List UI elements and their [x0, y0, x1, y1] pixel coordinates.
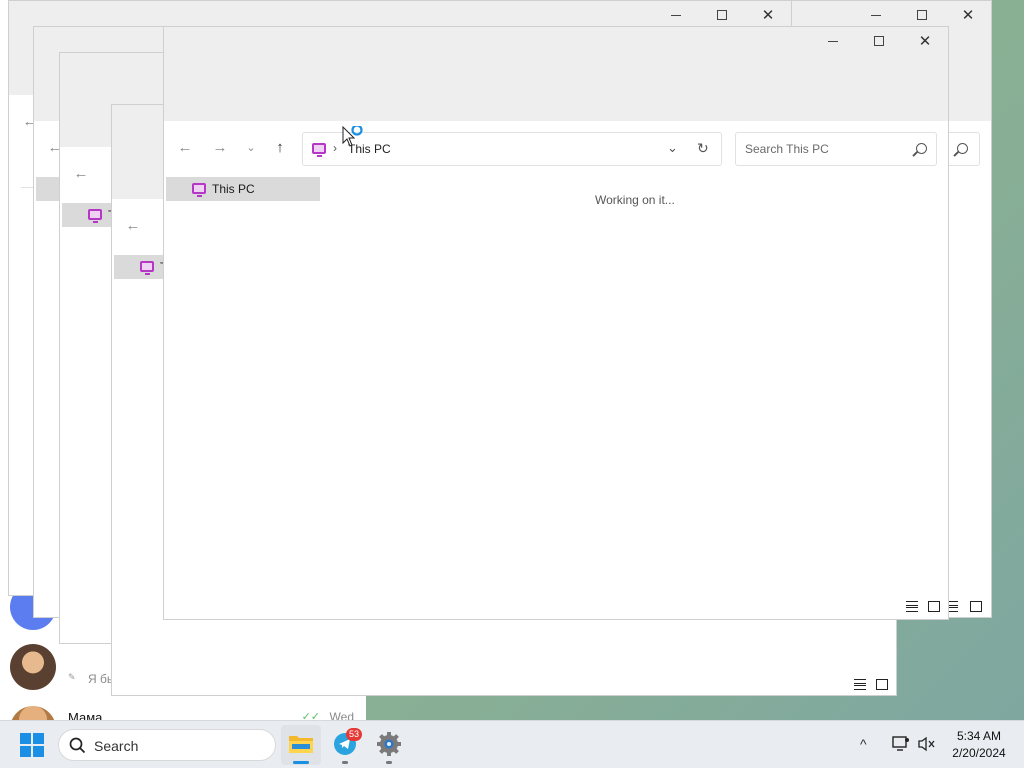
pc-icon: [192, 183, 206, 197]
read-checkmarks-icon: ✓✓: [301, 711, 320, 720]
chevron-down-icon[interactable]: ⌄: [667, 140, 678, 156]
command-bar: ← → ⌄ ↑ › This PC ⌄ ↻ Search This PC: [164, 121, 948, 177]
caption-buttons: ✕: [810, 27, 948, 55]
active-indicator: [293, 761, 309, 764]
tiles-view-icon[interactable]: [876, 679, 888, 690]
close-button[interactable]: ✕: [945, 1, 991, 29]
clock[interactable]: 5:34 AM 2/20/2024: [944, 728, 1014, 762]
taskbar-search[interactable]: Search: [58, 729, 276, 761]
avatar: [10, 706, 56, 720]
desktop: 0 i ✎ Я бы Мама Wed ✓✓ ✕ ←: [0, 0, 1024, 720]
running-indicator: [386, 761, 392, 764]
running-indicator: [342, 761, 348, 764]
pc-icon: [88, 209, 102, 223]
search-icon: [957, 143, 968, 154]
avatar: [10, 644, 56, 690]
search-label: Search: [94, 738, 139, 754]
maximize-button[interactable]: [699, 1, 745, 29]
search-box[interactable]: Search This PC: [735, 132, 937, 166]
folder-icon: [289, 736, 313, 753]
nav-pane-item-this-pc[interactable]: This PC: [166, 177, 320, 201]
minimize-icon: [828, 40, 838, 42]
nav-item-label: This PC: [212, 182, 255, 196]
volume-muted-icon[interactable]: [918, 736, 936, 752]
close-button[interactable]: ✕: [745, 1, 791, 29]
close-icon: ✕: [918, 32, 932, 50]
chat-time: Wed: [329, 710, 354, 720]
maximize-icon: [717, 10, 727, 20]
windows-logo-icon: [20, 733, 31, 744]
close-icon: ✕: [961, 6, 975, 24]
minimize-icon: [871, 14, 881, 16]
chat-name: Мама: [68, 710, 103, 720]
details-view-icon[interactable]: [854, 679, 866, 690]
unread-badge: 53: [346, 728, 362, 741]
back-arrow-icon[interactable]: ←: [174, 137, 196, 159]
start-button[interactable]: [20, 733, 44, 757]
network-icon[interactable]: [892, 736, 910, 752]
busy-cursor: [342, 124, 366, 153]
close-button[interactable]: ✕: [902, 27, 948, 55]
caption-buttons: ✕: [653, 1, 791, 29]
tiles-view-icon[interactable]: [928, 601, 940, 612]
search-icon[interactable]: [916, 143, 927, 154]
maximize-button[interactable]: [856, 27, 902, 55]
breadcrumb-separator: ›: [333, 141, 337, 155]
settings-button[interactable]: [369, 725, 409, 765]
file-explorer-button[interactable]: [281, 725, 321, 765]
minimize-button[interactable]: [810, 27, 856, 55]
maximize-icon: [917, 10, 927, 20]
minimize-button[interactable]: [853, 1, 899, 29]
refresh-icon[interactable]: ↻: [697, 140, 709, 157]
telegram-button[interactable]: 53: [325, 725, 365, 765]
forward-arrow-icon[interactable]: →: [209, 137, 231, 159]
clock-date: 2/20/2024: [952, 746, 1006, 760]
clock-time: 5:34 AM: [956, 729, 1002, 743]
chat-preview-sender: ✎: [68, 672, 76, 682]
chevron-down-icon[interactable]: ⌄: [240, 137, 262, 159]
cursor-icon: [342, 124, 363, 147]
search-icon: [69, 737, 86, 754]
close-icon: ✕: [761, 6, 775, 24]
back-arrow-icon[interactable]: ←: [70, 163, 92, 185]
gear-icon: [377, 732, 401, 756]
up-arrow-icon[interactable]: ↑: [269, 137, 291, 159]
chevron-up-icon[interactable]: ^: [860, 736, 867, 752]
details-view-icon[interactable]: [906, 601, 918, 612]
chat-list-item[interactable]: Мама Wed ✓✓: [0, 704, 366, 720]
status-message: Working on it...: [595, 193, 675, 207]
tiles-view-icon[interactable]: [970, 601, 982, 612]
maximize-button[interactable]: [899, 1, 945, 29]
pc-icon: [140, 261, 154, 275]
minimize-button[interactable]: [653, 1, 699, 29]
pc-icon: [312, 143, 326, 157]
explorer-window[interactable]: ✕ ← → ⌄ ↑ › This PC ⌄ ↻ Search This PC T…: [163, 26, 949, 620]
back-arrow-icon[interactable]: ←: [122, 215, 144, 237]
minimize-icon: [671, 14, 681, 16]
caption-buttons: ✕: [853, 1, 991, 29]
maximize-icon: [874, 36, 884, 46]
search-input[interactable]: Search This PC: [745, 142, 829, 156]
taskbar: Search 53 ^ 5:34 AM 2/20/2024: [0, 720, 1024, 768]
